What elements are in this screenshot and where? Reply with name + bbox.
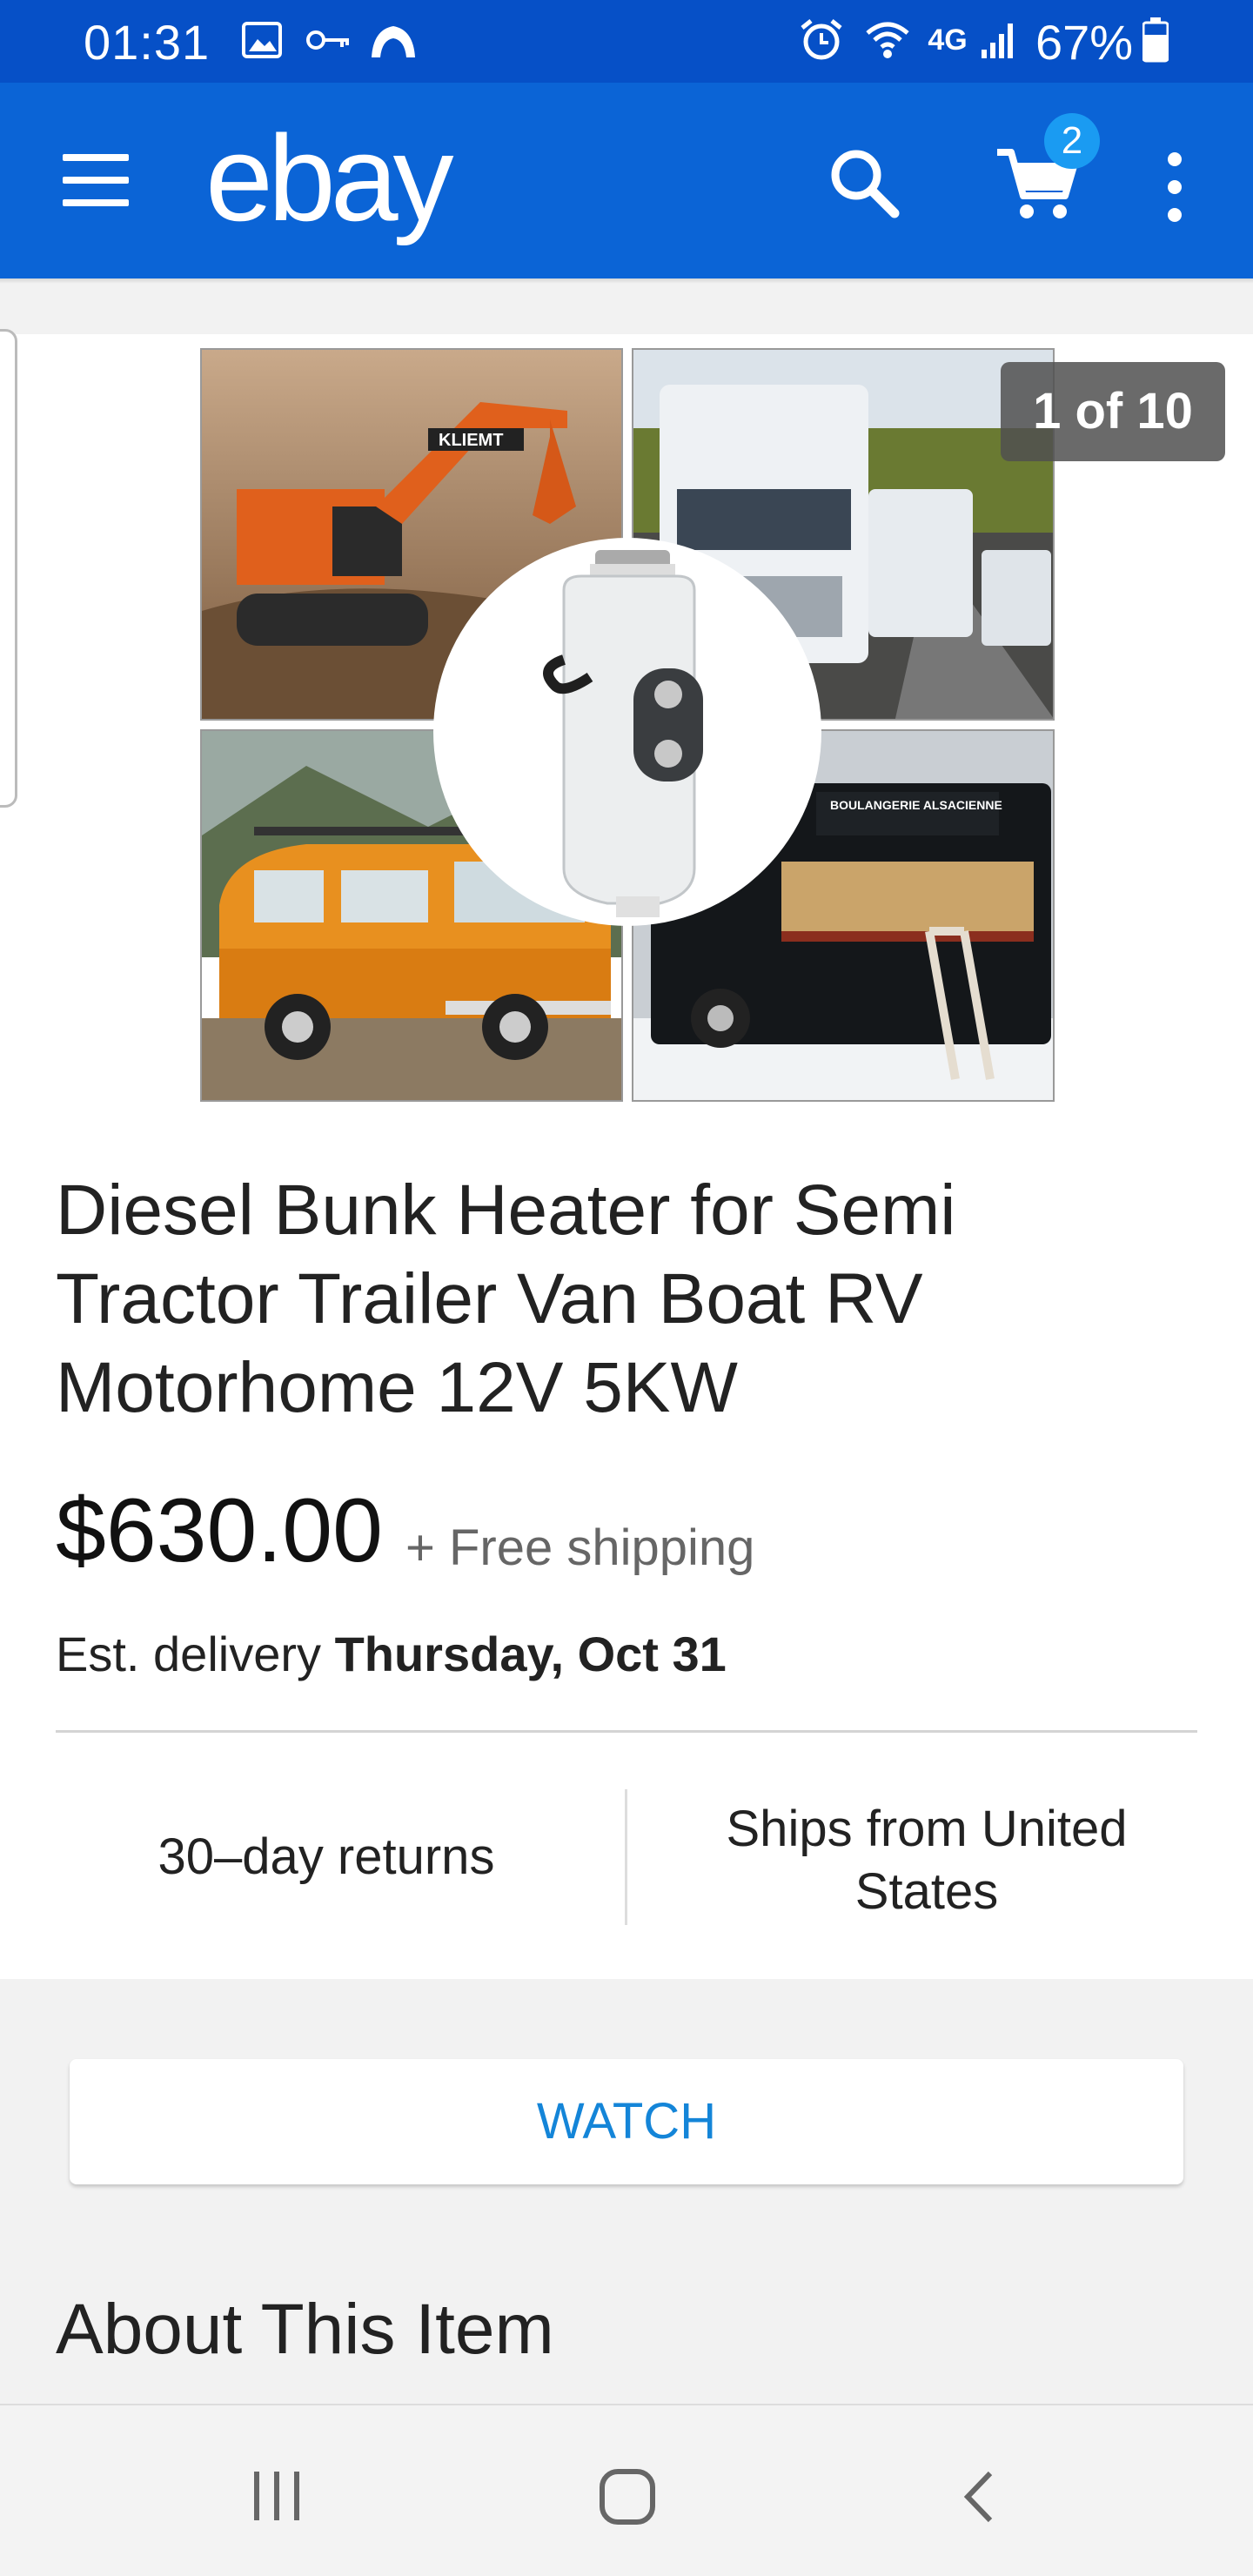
heater-product-photo [433, 538, 821, 926]
4g-icon: 4G [928, 23, 968, 57]
divider [56, 1730, 1197, 1733]
app-bar: ebay 2 [0, 83, 1253, 278]
menu-icon[interactable] [63, 154, 129, 206]
delivery-date: Thursday, Oct 31 [334, 1627, 727, 1681]
back-icon[interactable] [957, 2468, 1001, 2526]
cloud-icon [367, 16, 419, 64]
ebay-logo[interactable]: ebay [205, 117, 454, 239]
side-drawer-handle[interactable] [0, 329, 17, 808]
returns-info: 30–day returns [157, 1828, 495, 1885]
status-bar: 01:31 4G 67% [0, 0, 1253, 83]
image-counter: 1 of 10 [1001, 362, 1225, 461]
delivery-prefix: Est. delivery [56, 1627, 321, 1681]
listing-price: $630.00 [56, 1480, 383, 1581]
app-bar-shadow [0, 278, 1253, 284]
system-nav-bar [0, 2404, 1253, 2576]
wifi-icon [863, 16, 912, 64]
alarm-icon [797, 16, 846, 64]
shipping-info: + Free shipping [405, 1519, 755, 1576]
ships-from-info: Ships from United States [726, 1801, 1128, 1920]
excavator-label: KLIEMT [439, 431, 503, 450]
about-heading: About This Item [56, 2290, 554, 2369]
home-icon[interactable] [599, 2468, 656, 2526]
key-icon [305, 16, 353, 64]
image-icon [240, 16, 284, 64]
feature-divider [625, 1789, 627, 1925]
delivery-estimate: Est. delivery Thursday, Oct 31 [56, 1626, 727, 1682]
more-options-icon[interactable] [1157, 144, 1192, 231]
listing-title: Diesel Bunk Heater for Semi Tractor Trai… [56, 1171, 956, 1427]
search-icon[interactable] [825, 144, 903, 222]
battery-percent: 67% [1035, 15, 1134, 70]
signal-icon [978, 16, 1022, 64]
image-gallery[interactable]: KLIEMT BOULANGERIE ALSACIENNE [200, 348, 1055, 1102]
status-time: 01:31 [84, 15, 211, 70]
watch-button[interactable]: WATCH [70, 2059, 1183, 2184]
recents-icon[interactable] [249, 2468, 305, 2524]
battery-icon [1138, 16, 1173, 64]
cart-count-badge: 2 [1044, 113, 1100, 169]
food-truck-sign: BOULANGERIE ALSACIENNE [830, 798, 1002, 812]
